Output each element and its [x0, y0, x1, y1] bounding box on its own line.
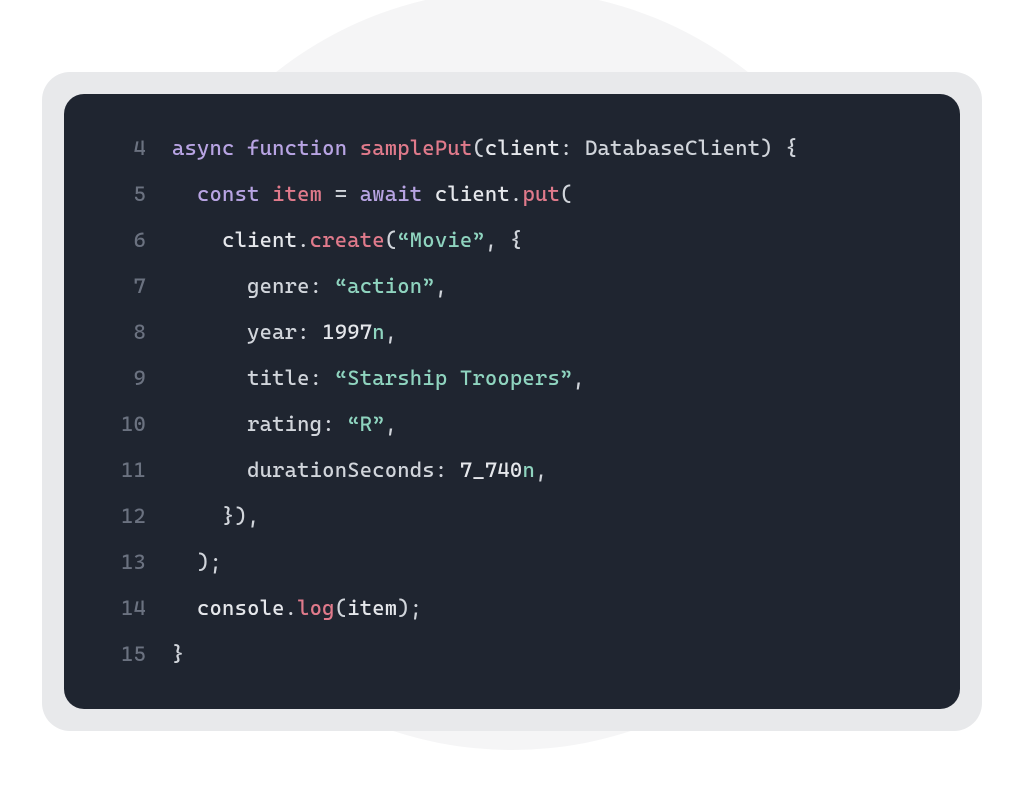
token-type: DatabaseClient	[585, 136, 760, 160]
token-ident: console	[197, 596, 285, 620]
token-ident: 7_740	[460, 458, 523, 482]
token-punct: (	[560, 182, 573, 206]
token-prop: year	[247, 320, 297, 344]
line-number: 10	[100, 414, 146, 435]
line-number: 13	[100, 552, 146, 573]
token-punct: :	[310, 274, 335, 298]
token-method: log	[297, 596, 335, 620]
token-string: “Starship Troopers”	[335, 366, 573, 390]
token-ident: client	[435, 182, 510, 206]
line-number: 5	[100, 184, 146, 205]
line-number: 12	[100, 506, 146, 527]
token-punct: :	[322, 412, 347, 436]
token-punct: .	[297, 228, 310, 252]
token-ident: 1997	[322, 320, 372, 344]
line-number: 4	[100, 138, 146, 159]
code-content: async function samplePut(client: Databas…	[172, 138, 798, 159]
token-punct: (	[335, 596, 348, 620]
code-editor: 4async function samplePut(client: Databa…	[64, 94, 960, 709]
code-lines-container: 4async function samplePut(client: Databa…	[100, 138, 916, 665]
code-line: 7 genre: “action”,	[100, 276, 916, 297]
token-punct: ,	[385, 320, 398, 344]
token-punct: :	[435, 458, 460, 482]
code-content: client.create(“Movie”, {	[172, 230, 522, 251]
token-punct: :	[310, 366, 335, 390]
code-line: 12 }),	[100, 506, 916, 527]
token-punct: (	[385, 228, 398, 252]
token-num-suffix: n	[372, 320, 385, 344]
code-line: 8 year: 1997n,	[100, 322, 916, 343]
outer-panel: 4async function samplePut(client: Databa…	[42, 72, 982, 731]
token-ident: item	[347, 596, 397, 620]
line-number: 6	[100, 230, 146, 251]
code-line: 15}	[100, 644, 916, 665]
code-line: 11 durationSeconds: 7_740n,	[100, 460, 916, 481]
token-string: “action”	[335, 274, 435, 298]
code-line: 10 rating: “R”,	[100, 414, 916, 435]
token-var: item	[272, 182, 322, 206]
token-punct: .	[510, 182, 523, 206]
code-content: genre: “action”,	[172, 276, 447, 297]
token-punct: ,	[435, 274, 448, 298]
line-number: 11	[100, 460, 146, 481]
code-content: );	[172, 552, 222, 573]
code-line: 6 client.create(“Movie”, {	[100, 230, 916, 251]
code-content: const item = await client.put(	[172, 184, 573, 205]
token-num-suffix: n	[522, 458, 535, 482]
token-ident: client	[222, 228, 297, 252]
token-punct: }	[172, 642, 185, 666]
code-content: title: “Starship Troopers”,	[172, 368, 585, 389]
token-punct: .	[285, 596, 298, 620]
token-keyword: function	[247, 136, 360, 160]
code-content: year: 1997n,	[172, 322, 397, 343]
token-punct: }),	[222, 504, 260, 528]
line-number: 9	[100, 368, 146, 389]
line-number: 8	[100, 322, 146, 343]
code-line: 4 async function samplePut(client: Databa…	[100, 138, 916, 159]
token-punct: ) {	[760, 136, 798, 160]
token-keyword: async	[172, 136, 247, 160]
code-line: 13 );	[100, 552, 916, 573]
token-fn: samplePut	[360, 136, 473, 160]
code-content: }),	[172, 506, 260, 527]
token-method: put	[522, 182, 560, 206]
code-line: 14 console.log(item);	[100, 598, 916, 619]
code-line: 5 const item = await client.put(	[100, 184, 916, 205]
token-method: create	[310, 228, 385, 252]
token-punct: :	[297, 320, 322, 344]
line-number: 15	[100, 644, 146, 665]
code-content: rating: “R”,	[172, 414, 397, 435]
token-punct: ,	[572, 366, 585, 390]
token-punct: =	[322, 182, 360, 206]
token-prop: durationSeconds	[247, 458, 435, 482]
line-number: 7	[100, 276, 146, 297]
token-punct: , {	[485, 228, 523, 252]
token-keyword: const	[197, 182, 272, 206]
line-number: 14	[100, 598, 146, 619]
code-line: 9 title: “Starship Troopers”,	[100, 368, 916, 389]
token-punct: :	[560, 136, 585, 160]
token-prop: genre	[247, 274, 310, 298]
token-prop: rating	[247, 412, 322, 436]
token-ident: client	[485, 136, 560, 160]
code-content: console.log(item);	[172, 598, 422, 619]
token-punct: ,	[385, 412, 398, 436]
token-string: “Movie”	[397, 228, 485, 252]
token-punct: ,	[535, 458, 548, 482]
token-punct: (	[472, 136, 485, 160]
token-keyword: await	[360, 182, 435, 206]
token-punct: );	[397, 596, 422, 620]
token-punct: );	[197, 550, 222, 574]
code-content: durationSeconds: 7_740n,	[172, 460, 547, 481]
token-prop: title	[247, 366, 310, 390]
code-content: }	[172, 644, 185, 665]
token-string: “R”	[347, 412, 385, 436]
